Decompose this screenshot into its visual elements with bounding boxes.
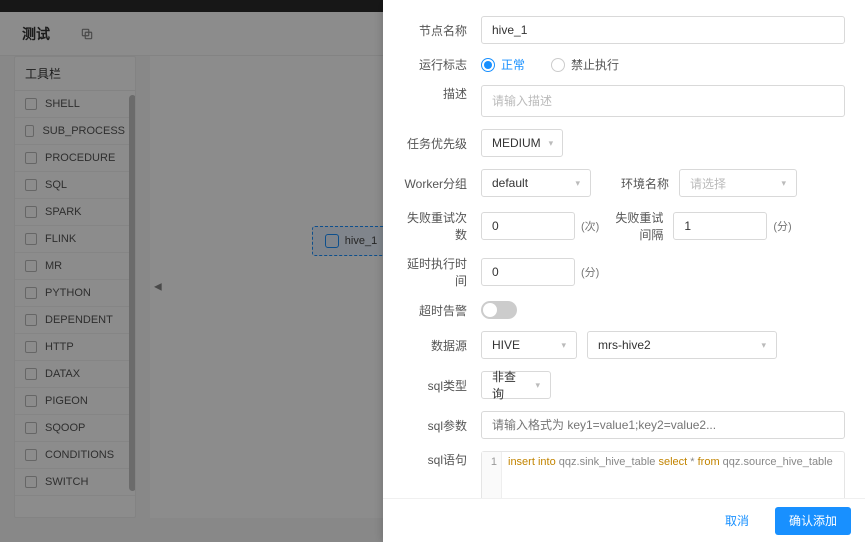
toolbar-item-pigeon[interactable]: PIGEON [15,388,135,415]
node-edit-panel: 节点名称 运行标志 正常 禁止执行 描述 请输入描述 任务优先级 MEDIUM▾… [383,0,865,542]
chevron-down-icon: ▾ [561,340,566,351]
timeout-alarm-toggle[interactable] [481,301,517,319]
task-type-icon [25,152,37,164]
toolbar-item-conditions[interactable]: CONDITIONS [15,442,135,469]
toolbar-item-sql[interactable]: SQL [15,172,135,199]
task-type-icon [25,341,37,353]
toolbar-item-flink[interactable]: FLINK [15,226,135,253]
task-type-icon [25,98,37,110]
chevron-down-icon: ▾ [549,138,554,149]
toolbar-panel: 工具栏 SHELLSUB_PROCESSPROCEDURESQLSPARKFLI… [14,56,136,518]
task-type-icon [25,395,37,407]
toolbar-item-shell[interactable]: SHELL [15,91,135,118]
task-type-icon [25,476,37,488]
task-type-icon [25,233,37,245]
page-title: 测试 [22,24,50,44]
toolbar-item-http[interactable]: HTTP [15,334,135,361]
sql-type-select[interactable]: 非查询▾ [481,371,551,399]
toolbar-item-switch[interactable]: SWITCH [15,469,135,496]
task-type-icon [25,449,37,461]
database-icon [325,234,339,248]
toolbar-item-dependent[interactable]: DEPENDENT [15,307,135,334]
task-type-icon [25,260,37,272]
task-type-icon [25,422,37,434]
chevron-down-icon: ▾ [535,380,540,391]
runflag-normal-radio[interactable]: 正常 [481,56,525,73]
sql-params-input[interactable] [481,411,845,439]
chevron-down-icon: ▾ [761,340,766,351]
sql-statement-editor[interactable]: 1 insert into qqz.sink_hive_table select… [481,451,845,498]
retry-count-input[interactable] [481,212,575,240]
task-type-icon [25,368,37,380]
chevron-down-icon: ▾ [781,178,786,189]
toolbar-item-python[interactable]: PYTHON [15,280,135,307]
sidebar-scrollbar[interactable] [129,95,135,491]
toolbar-title: 工具栏 [15,57,135,91]
cancel-button[interactable]: 取消 [711,507,763,535]
node-label: hive_1 [345,235,377,247]
retry-interval-input[interactable] [673,212,767,240]
env-name-select[interactable]: 请选择▾ [679,169,797,197]
confirm-add-button[interactable]: 确认添加 [775,507,851,535]
toolbar-item-sqoop[interactable]: SQOOP [15,415,135,442]
copy-icon[interactable] [80,27,94,41]
task-type-icon [25,125,34,137]
worker-group-select[interactable]: default▾ [481,169,591,197]
runflag-forbid-radio[interactable]: 禁止执行 [551,56,619,73]
toolbar-item-procedure[interactable]: PROCEDURE [15,145,135,172]
task-type-icon [25,206,37,218]
delay-input[interactable] [481,258,575,286]
node-name-input[interactable] [481,16,845,44]
task-type-icon [25,314,37,326]
datasource-type-select[interactable]: HIVE▾ [481,331,577,359]
toolbar-item-sub_process[interactable]: SUB_PROCESS [15,118,135,145]
collapse-handle-icon[interactable]: ◀ [154,282,162,293]
toolbar-item-datax[interactable]: DATAX [15,361,135,388]
datasource-instance-select[interactable]: mrs-hive2▾ [587,331,777,359]
task-type-icon [25,287,37,299]
description-textarea[interactable]: 请输入描述 [481,85,845,117]
task-type-icon [25,179,37,191]
workflow-node-hive[interactable]: hive_1 [312,226,390,256]
toolbar-item-spark[interactable]: SPARK [15,199,135,226]
toolbar-item-mr[interactable]: MR [15,253,135,280]
priority-select[interactable]: MEDIUM▾ [481,129,563,157]
chevron-down-icon: ▾ [575,178,580,189]
code-gutter: 1 [482,452,502,498]
